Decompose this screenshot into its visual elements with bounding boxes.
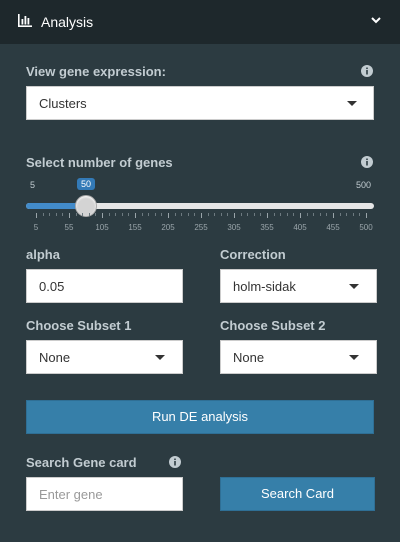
slider-minor-tick: [55, 213, 57, 216]
slider-tick-mark: [267, 213, 268, 218]
gene-search-placeholder: Enter gene: [39, 487, 103, 502]
slider-minor-tick: [273, 213, 275, 216]
view-expression-value: Clusters: [39, 96, 87, 111]
slider-minor-tick: [161, 213, 163, 216]
alpha-label: alpha: [26, 247, 60, 262]
slider-minor-tick: [214, 213, 216, 216]
slider-minor-tick: [174, 213, 176, 216]
subset1-value: None: [39, 350, 71, 365]
slider-minor-tick: [42, 213, 44, 216]
slider-minor-tick: [128, 213, 130, 216]
correction-label: Correction: [220, 247, 286, 262]
slider-minor-tick: [108, 213, 110, 216]
slider-tick-label: 305: [227, 223, 241, 232]
slider-minor-tick: [352, 213, 354, 216]
caret-down-icon: [155, 355, 165, 360]
slider-minor-tick: [141, 213, 143, 216]
slider-minor-tick: [286, 213, 288, 216]
run-de-button[interactable]: Run DE analysis: [26, 400, 374, 434]
slider-minor-tick: [207, 213, 209, 216]
slider-minor-tick: [121, 213, 123, 216]
slider-minor-tick: [187, 213, 189, 216]
gene-card-label: Search Gene card: [26, 455, 137, 470]
slider-max-label: 500: [356, 180, 372, 190]
search-card-button[interactable]: Search Card: [220, 477, 375, 511]
chevron-down-icon[interactable]: [370, 15, 382, 25]
slider-tick-mark: [234, 213, 235, 218]
slider-tick-mark: [36, 213, 37, 218]
slider-value-bubble: 50: [77, 178, 96, 190]
slider-minor-tick: [339, 213, 341, 216]
slider-tick-label: 255: [194, 223, 208, 232]
slider-tick-mark: [201, 213, 202, 218]
slider-minor-tick: [49, 213, 51, 216]
slider-minor-tick: [115, 213, 117, 216]
caret-down-icon: [347, 101, 357, 106]
slider-minor-tick: [181, 213, 183, 216]
slider-minor-tick: [319, 213, 321, 216]
slider-minor-tick: [240, 213, 242, 216]
alpha-input[interactable]: 0.05: [26, 269, 183, 303]
slider-minor-tick: [346, 213, 348, 216]
slider-tick-label: 500: [359, 223, 373, 232]
bar-chart-icon: [18, 14, 32, 27]
slider-minor-tick: [88, 213, 90, 216]
subset1-label: Choose Subset 1: [26, 318, 132, 333]
slider-tick-mark: [135, 213, 136, 218]
subset1-select[interactable]: None: [26, 340, 183, 374]
info-icon[interactable]: [361, 156, 373, 168]
slider-minor-tick: [306, 213, 308, 216]
gene-search-input[interactable]: Enter gene: [26, 477, 183, 511]
slider-tick-mark: [168, 213, 169, 218]
correction-select[interactable]: holm-sidak: [220, 269, 377, 303]
section-header[interactable]: Analysis: [0, 0, 400, 44]
slider-minor-tick: [293, 213, 295, 216]
slider-minor-tick: [220, 213, 222, 216]
slider-tick-label: 105: [95, 223, 109, 232]
num-genes-label: Select number of genes: [26, 155, 173, 170]
slider-ticks: 5 55 105 155 205 255 305 355 405 455 500: [33, 213, 373, 233]
slider-tick-mark: [102, 213, 103, 218]
slider-tick-label: 155: [128, 223, 142, 232]
slider-minor-tick: [326, 213, 328, 216]
slider-min-label: 5: [30, 180, 36, 190]
slider-minor-tick: [260, 213, 262, 216]
slider-minor-tick: [154, 213, 156, 216]
subset2-select[interactable]: None: [220, 340, 377, 374]
slider-tick-mark: [69, 213, 70, 218]
slider-minor-tick: [95, 213, 97, 216]
subset2-value: None: [233, 350, 265, 365]
alpha-value: 0.05: [39, 279, 65, 294]
correction-value: holm-sidak: [233, 279, 296, 294]
slider-minor-tick: [227, 213, 229, 216]
slider-tick-label: 55: [64, 223, 74, 232]
caret-down-icon: [349, 284, 359, 289]
slider-minor-tick: [253, 213, 255, 216]
slider-tick-mark: [366, 213, 367, 218]
slider-tick-mark: [333, 213, 334, 218]
section-title: Analysis: [41, 14, 94, 30]
slider-minor-tick: [82, 213, 84, 216]
slider-minor-tick: [280, 213, 282, 216]
slider-minor-tick: [247, 213, 249, 216]
slider-tick-label: 405: [293, 223, 307, 232]
info-icon[interactable]: [169, 456, 181, 468]
caret-down-icon: [349, 355, 359, 360]
slider-minor-tick: [62, 213, 64, 216]
info-icon[interactable]: [361, 65, 373, 77]
slider-minor-tick: [148, 213, 150, 216]
view-expression-label: View gene expression:: [26, 64, 166, 79]
slider-tick-label: 355: [260, 223, 274, 232]
slider-tick-label: 205: [161, 223, 175, 232]
slider-minor-tick: [359, 213, 361, 216]
subset2-label: Choose Subset 2: [220, 318, 326, 333]
slider-tick-label: 455: [326, 223, 340, 232]
slider-tick-mark: [300, 213, 301, 218]
slider-tick-label: 5: [33, 223, 39, 232]
view-expression-select[interactable]: Clusters: [26, 86, 374, 120]
slider-minor-tick: [75, 213, 77, 216]
slider-minor-tick: [313, 213, 315, 216]
slider-minor-tick: [194, 213, 196, 216]
